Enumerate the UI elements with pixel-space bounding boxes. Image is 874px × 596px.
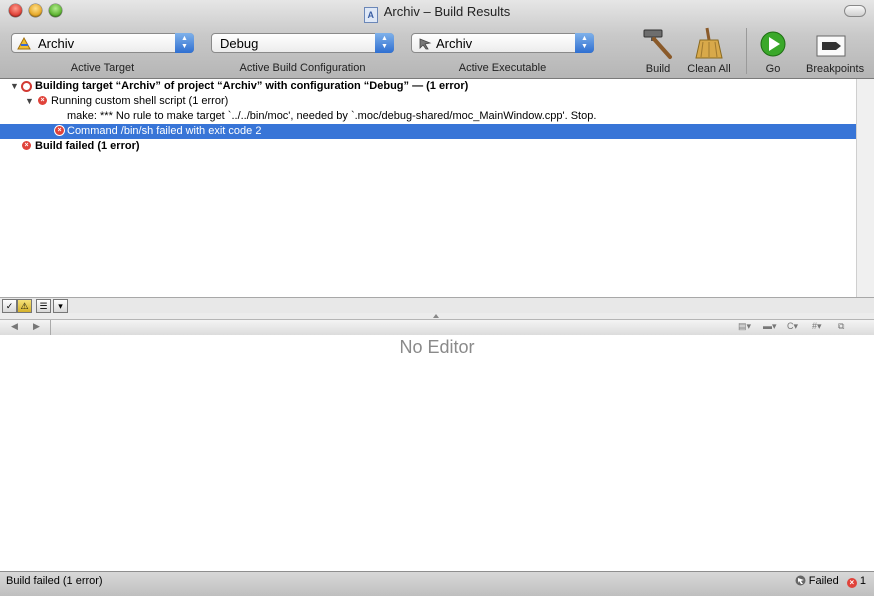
toolbar-toggle-button[interactable] xyxy=(844,5,866,17)
status-text: Build failed (1 error) xyxy=(6,575,103,587)
editor-pane[interactable] xyxy=(0,335,874,571)
build-target-text: Building target “Archiv” of project “Arc… xyxy=(35,80,469,92)
no-editor-label: No Editor xyxy=(399,337,475,357)
list-item[interactable]: ▼ Building target “Archiv” of project “A… xyxy=(0,79,856,94)
build-label: Build xyxy=(645,63,671,75)
active-executable-value: Archiv xyxy=(436,36,473,51)
checkmark-icon[interactable]: ✓ xyxy=(2,299,17,313)
active-build-configuration-value: Debug xyxy=(220,36,259,51)
active-executable-label: Active Executable xyxy=(458,62,547,74)
broom-icon xyxy=(695,27,723,59)
error-icon: × xyxy=(22,141,31,150)
chevron-updown-icon: ▲ ▼ xyxy=(175,33,194,53)
shell-script-text: Running custom shell script (1 error) xyxy=(51,95,229,107)
forward-arrow-icon[interactable]: ▶ xyxy=(33,321,40,332)
status-summary[interactable]: Failed × 1 xyxy=(795,575,866,588)
status-error-count: 1 xyxy=(859,575,866,587)
error-icon: × xyxy=(38,96,47,105)
target-icon xyxy=(17,37,31,50)
toolbar-separator xyxy=(746,28,747,74)
toolbar: A Archiv – Build Results Archiv ▲ ▼ Active… xyxy=(0,0,874,79)
status-bar xyxy=(0,571,874,596)
error-icon: × xyxy=(846,578,857,588)
clean-all-button[interactable]: Clean All xyxy=(687,26,731,75)
transcript-icon[interactable]: ☰ xyxy=(36,299,51,313)
list-item[interactable]: × Build failed (1 error) xyxy=(0,139,856,154)
editor-navigation-bar: ◀ ▶ ▤▾ ▬▾ C▾ #▾ ⧉ xyxy=(0,319,874,336)
status-failed-text: Failed xyxy=(808,575,839,587)
go-label: Go xyxy=(765,63,781,75)
chevron-down-icon[interactable]: ▾ xyxy=(53,299,68,313)
error-icon: × xyxy=(54,125,65,136)
back-arrow-icon[interactable]: ◀ xyxy=(11,321,18,332)
warning-icon[interactable]: ⚠ xyxy=(17,299,32,313)
failed-icon xyxy=(795,575,806,586)
clean-all-label: Clean All xyxy=(687,63,731,75)
build-failed-text: Build failed (1 error) xyxy=(35,140,140,152)
window-title: A Archiv – Build Results xyxy=(0,4,874,23)
chevron-updown-icon: ▲ ▼ xyxy=(375,33,394,53)
navbar-separator xyxy=(50,320,51,335)
list-item-selected[interactable]: × Command /bin/sh failed with exit code … xyxy=(0,124,856,139)
list-item[interactable]: make: *** No rule to make target `../../… xyxy=(0,109,856,124)
include-menu-icon[interactable]: #▾ xyxy=(812,321,822,332)
build-button[interactable]: Build xyxy=(642,26,674,75)
active-target-label: Active Target xyxy=(70,62,135,74)
results-scrollbar[interactable] xyxy=(856,79,874,297)
chevron-updown-icon: ▲ ▼ xyxy=(575,33,594,53)
active-target-popup[interactable]: Archiv ▲ ▼ xyxy=(11,33,194,53)
make-message-text: make: *** No rule to make target `../../… xyxy=(67,110,597,122)
disclosure-triangle-icon[interactable]: ▼ xyxy=(10,79,19,94)
breakpoints-button[interactable]: Breakpoints xyxy=(806,26,864,75)
list-item[interactable]: ▼ × Running custom shell script (1 error… xyxy=(0,94,856,109)
active-target-value: Archiv xyxy=(38,36,75,51)
disclosure-triangle-icon[interactable]: ▼ xyxy=(25,94,34,109)
target-icon xyxy=(21,81,32,92)
class-menu-icon[interactable]: C▾ xyxy=(787,321,798,332)
active-build-configuration-label: Active Build Configuration xyxy=(239,62,366,74)
build-results-list: ▼ Building target “Archiv” of project “A… xyxy=(0,79,856,297)
project-icon: A xyxy=(363,7,378,23)
play-icon xyxy=(760,31,786,57)
go-button[interactable]: Go xyxy=(759,26,787,75)
active-executable-popup[interactable]: Archiv ▲ ▼ xyxy=(411,33,594,53)
bookmarks-icon[interactable]: ▤▾ xyxy=(738,321,751,332)
results-filter-bar: ✓ ⚠ ☰ ▾ xyxy=(0,297,874,314)
executable-icon xyxy=(419,38,432,50)
breakpoint-icon xyxy=(816,35,846,57)
breakpoints-menu-icon[interactable]: ▬▾ xyxy=(763,321,777,332)
breakpoints-label: Breakpoints xyxy=(806,63,865,75)
hammer-icon xyxy=(643,29,672,59)
command-failed-text: Command /bin/sh failed with exit code 2 xyxy=(67,125,262,137)
window-title-text: Archiv – Build Results xyxy=(383,4,511,19)
active-build-configuration-popup[interactable]: Debug ▲ ▼ xyxy=(211,33,394,53)
counterpart-icon[interactable]: ⧉ xyxy=(838,321,844,332)
